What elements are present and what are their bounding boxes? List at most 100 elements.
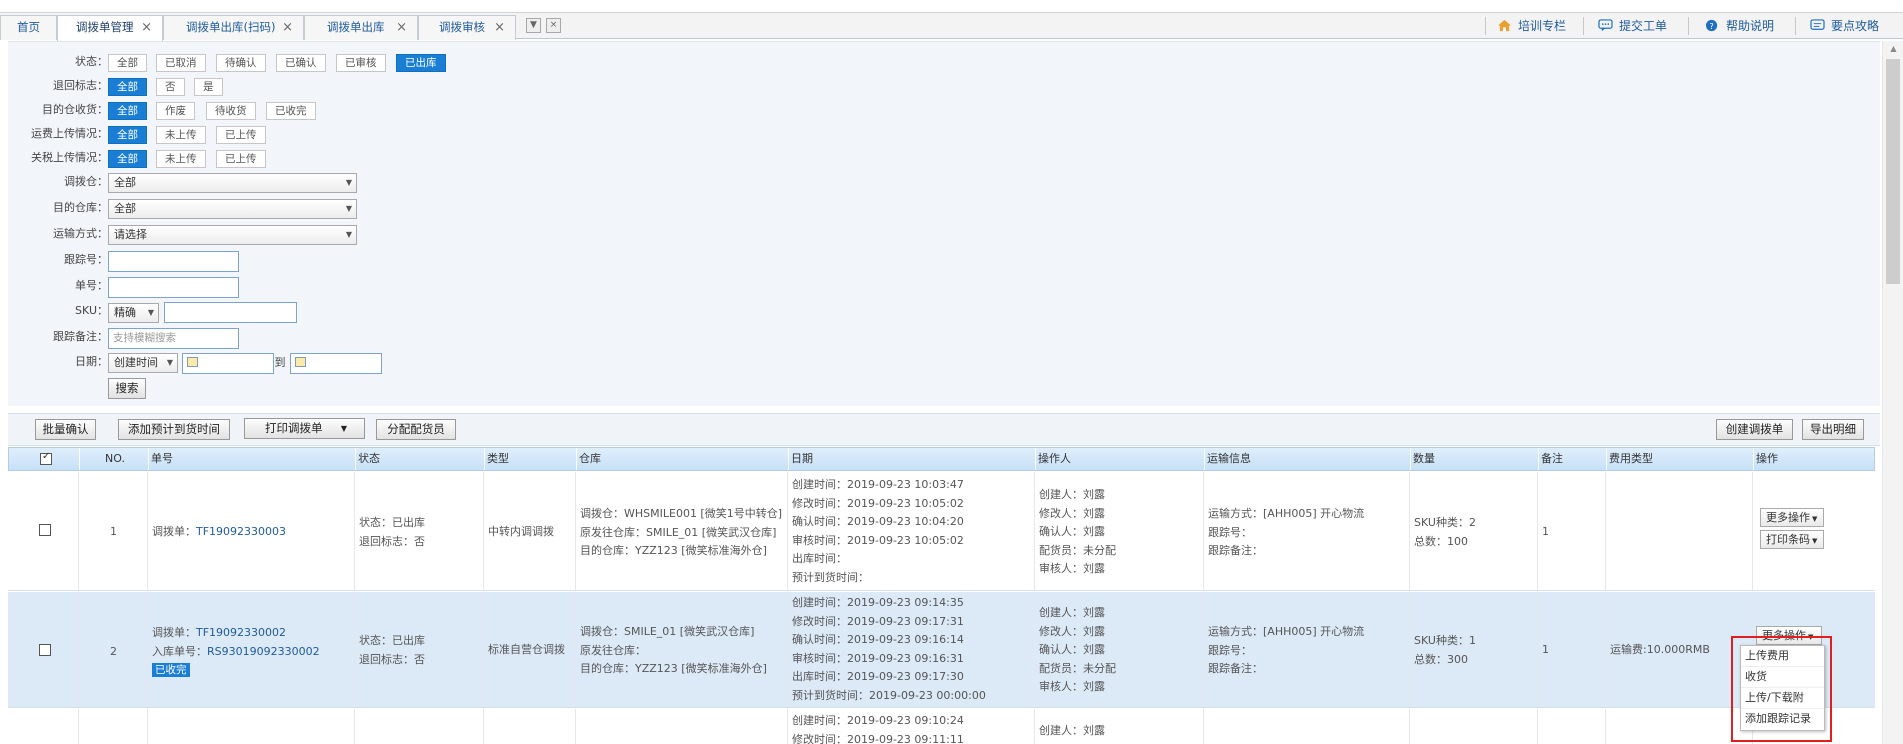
receive-done-option[interactable]: 已收完 [266,102,316,120]
column-header-quantity[interactable]: 数量 [1410,448,1538,470]
tab-home[interactable]: 首页 [0,15,57,40]
link-training[interactable]: 培训专栏 [1497,16,1566,36]
sku-input[interactable] [164,302,297,323]
operator-line: 创建人：刘露 [1039,606,1105,619]
link-key-tips[interactable]: 要点攻略 [1810,16,1879,36]
select-all-checkbox[interactable]: ✓ [40,451,52,465]
cell-divider [1203,709,1204,744]
column-header-status[interactable]: 状态 [355,448,484,470]
receive-all-option[interactable]: 全部 [108,102,147,120]
status-cancelled-option[interactable]: 已取消 [156,54,206,72]
tab-transfer-outbound[interactable]: 调拨单出库 × [304,15,418,40]
close-icon[interactable]: × [282,16,293,39]
row-checkbox[interactable] [39,644,51,656]
order-number-link[interactable]: TF19092330003 [196,525,286,538]
scroll-thumb[interactable] [1886,59,1900,284]
more-actions-button[interactable]: 更多操作 ▼ [1760,508,1824,527]
filter-label: 目的仓库： [53,201,108,214]
return-all-option[interactable]: 全部 [108,78,147,96]
date-line: 创建时间：2019-09-23 09:14:35 [792,596,964,609]
receive-pending-option[interactable]: 待收货 [206,102,256,120]
order-number-link[interactable]: TF19092330002 [196,626,286,639]
warehouse-cell: 调拨仓：SMILE_01 [微笑武汉仓库] 原发往仓库： 目的仓库：YZZ123 [… [580,623,767,679]
status-all-option[interactable]: 全部 [108,54,147,72]
return-no-option[interactable]: 否 [156,78,185,96]
column-header-no[interactable]: NO. [79,448,148,470]
column-header-warehouse[interactable]: 仓库 [576,448,788,470]
column-header-remark[interactable]: 备注 [1538,448,1606,470]
order-number-input[interactable] [108,277,239,298]
table-row[interactable]: 创建时间：2019-09-23 09:10:24 修改时间：2019-09-23 … [8,709,1875,744]
transport-method-select[interactable]: 请选择 ▼ [108,225,357,245]
column-header-type[interactable]: 类型 [484,448,576,470]
tracking-number-input[interactable] [108,251,239,272]
tax-not-uploaded-option[interactable]: 未上传 [156,150,206,168]
order-label: 调拨单： [152,626,196,639]
operator-line: 确认人：刘露 [1039,643,1105,656]
tracking-note-input[interactable]: 支持模糊搜索 [108,328,239,349]
status-cell: 状态：已出库 退回标志：否 [359,514,425,551]
tab-transfer-review[interactable]: 调拨审核 × [418,15,516,40]
cell-divider [1537,709,1538,744]
search-button[interactable]: 搜索 [108,378,146,399]
cell-divider [787,472,788,590]
sku-match-mode-select[interactable]: 精确 ▼ [108,303,159,323]
freight-uploaded-option[interactable]: 已上传 [216,126,266,144]
filter-label: 状态： [75,55,108,68]
link-label: 帮助说明 [1726,19,1775,33]
status-shipped-option[interactable]: 已出库 [396,54,446,72]
status-pending-option[interactable]: 待确认 [216,54,266,72]
scroll-up-icon[interactable]: ▲ [1883,41,1903,57]
column-header-order[interactable]: 单号 [148,448,355,470]
status-reviewed-option[interactable]: 已审核 [336,54,386,72]
table-row[interactable]: 1 调拨单：TF19092330003 状态：已出库 退回标志：否 中转内调调拨 … [8,472,1875,591]
freight-not-uploaded-option[interactable]: 未上传 [156,126,206,144]
column-header-transport[interactable]: 运输信息 [1204,448,1410,470]
column-header-actions[interactable]: 操作 [1753,448,1876,470]
close-icon[interactable]: × [494,16,505,39]
tab-transfer-outbound-scan[interactable]: 调拨单出库(扫码) × [163,15,304,40]
column-header-fee-type[interactable]: 费用类型 [1606,448,1753,470]
calendar-icon[interactable] [295,357,306,367]
operator-line: 创建人：刘露 [1039,488,1105,501]
calendar-icon[interactable] [187,357,198,367]
receive-void-option[interactable]: 作废 [156,102,195,120]
filter-label: 目的仓收货： [42,103,108,116]
export-details-button[interactable]: 导出明细 [1802,419,1864,440]
date-to-input[interactable] [290,353,382,374]
table-row[interactable]: 2 调拨单：TF19092330002 入库单号：RS9301909233000… [8,592,1875,708]
filter-label: 关税上传情况： [31,151,108,164]
column-header-date[interactable]: 日期 [788,448,1035,470]
print-transfer-dropdown[interactable]: 打印调拨单 ▼ [244,418,365,439]
tab-list-dropdown-icon[interactable]: ▼ [526,18,541,33]
warehouse-line: 原发往仓库： [580,643,646,657]
filter-panel: 状态： 全部 已取消 待确认 已确认 已审核 已出库 退回标志： 全部 否 是 … [8,41,1880,406]
action-toolbar: 批量确认 添加预计到货时间 打印调拨单 ▼ 分配配货员 创建调拨单 导出明细 [8,413,1880,446]
link-submit-ticket[interactable]: 提交工单 [1598,16,1667,36]
close-icon[interactable]: × [396,16,407,39]
vertical-scrollbar[interactable]: ▲ [1882,41,1903,744]
to-warehouse-select[interactable]: 全部 ▼ [108,199,357,219]
tax-uploaded-option[interactable]: 已上传 [216,150,266,168]
date-from-input[interactable] [182,353,274,374]
status-confirmed-option[interactable]: 已确认 [276,54,326,72]
close-icon[interactable]: × [141,16,152,39]
tab-transfer-management[interactable]: 调拨单管理 × [57,15,163,41]
close-all-tabs-icon[interactable]: × [546,18,561,33]
row-checkbox[interactable] [39,524,51,536]
date-cell: 创建时间：2019-09-23 10:03:47 修改时间：2019-09-23 … [792,476,964,587]
from-warehouse-select[interactable]: 全部 ▼ [108,173,357,193]
date-type-select[interactable]: 创建时间 ▼ [108,353,178,373]
tax-all-option[interactable]: 全部 [108,150,147,168]
return-yes-option[interactable]: 是 [194,78,223,96]
create-transfer-button[interactable]: 创建调拨单 [1716,419,1793,440]
add-eta-button[interactable]: 添加预计到货时间 [118,419,230,440]
message-icon [1810,19,1825,30]
freight-all-option[interactable]: 全部 [108,126,147,144]
column-header-operator[interactable]: 操作人 [1035,448,1204,470]
batch-confirm-button[interactable]: 批量确认 [35,419,96,440]
inbound-number-link[interactable]: RS93019092330002 [207,645,320,658]
link-help[interactable]: ? 帮助说明 [1705,16,1774,36]
assign-picker-button[interactable]: 分配配货员 [376,419,456,440]
print-barcode-button[interactable]: 打印条码 ▼ [1760,530,1824,549]
